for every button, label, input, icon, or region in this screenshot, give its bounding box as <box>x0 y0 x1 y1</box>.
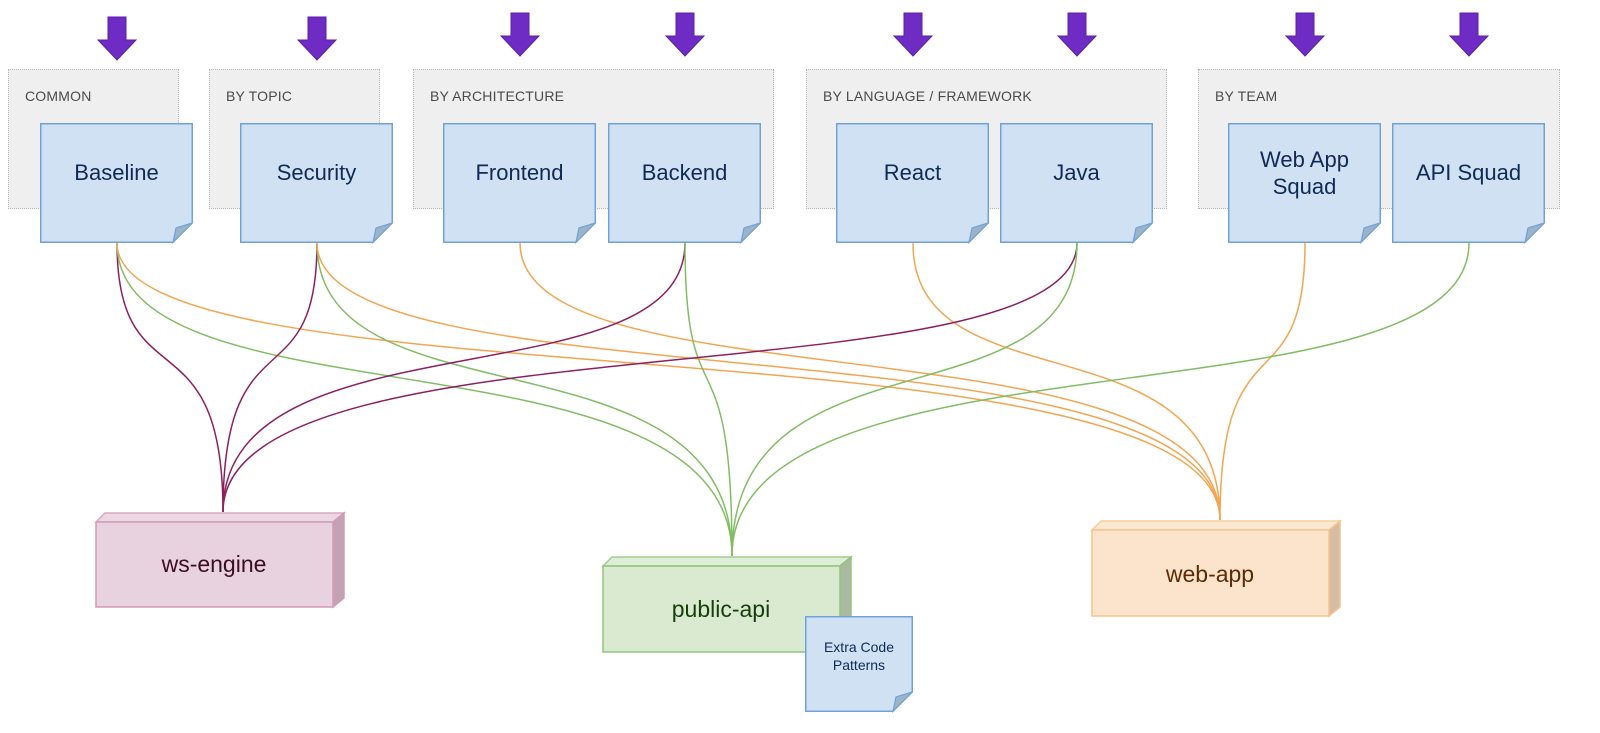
note-web-app-squad[interactable]: Web App Squad <box>1228 123 1381 245</box>
project-label: web-app <box>1165 561 1255 587</box>
connection-baseline-to-ws-engine[interactable] <box>116 242 224 513</box>
note-java[interactable]: Java <box>1000 123 1153 245</box>
connection-baseline-to-web-app[interactable] <box>116 242 1221 521</box>
note-label: Extra Code Patterns <box>823 639 895 673</box>
connection-baseline-to-public-api[interactable] <box>116 242 733 557</box>
connection-api-squad-to-public-api[interactable] <box>731 242 1470 557</box>
note-security[interactable]: Security <box>240 123 393 245</box>
note-react[interactable]: React <box>836 123 989 245</box>
project-label: ws-engine <box>161 551 267 577</box>
project-ws-engine[interactable]: ws-engine <box>94 511 347 609</box>
note-backend[interactable]: Backend <box>608 123 761 245</box>
note-label: API Squad <box>1415 160 1522 185</box>
apply-arrow-icon <box>1284 12 1325 58</box>
apply-arrow-icon <box>1448 12 1489 58</box>
apply-arrow-icon <box>499 12 540 58</box>
connection-backend-to-ws-engine[interactable] <box>222 242 686 513</box>
connection-web-app-squad-to-web-app[interactable] <box>1219 242 1306 521</box>
apply-arrow-icon <box>892 12 933 58</box>
connection-react-to-web-app[interactable] <box>912 242 1221 521</box>
diagram-canvas: COMMON BY TOPIC BY ARCHITECTURE BY LANGU… <box>0 0 1600 733</box>
note-label: Security <box>276 160 357 185</box>
apply-arrow-icon <box>664 12 705 58</box>
project-web-app[interactable]: web-app <box>1090 519 1343 618</box>
connection-security-to-public-api[interactable] <box>316 242 733 557</box>
note-label: Frontend <box>475 160 564 185</box>
note-label: Backend <box>641 160 728 185</box>
note-label: Java <box>1053 160 1100 185</box>
note-label: Web App Squad <box>1260 147 1349 199</box>
apply-arrow-icon <box>296 16 337 62</box>
note-baseline[interactable]: Baseline <box>40 123 193 245</box>
note-label: Baseline <box>74 160 159 185</box>
note-frontend[interactable]: Frontend <box>443 123 596 245</box>
note-extra-code-patterns[interactable]: Extra Code Patterns <box>805 616 913 714</box>
apply-arrow-icon <box>1056 12 1097 58</box>
note-label: React <box>883 160 942 185</box>
apply-arrow-icon <box>96 16 137 62</box>
note-api-squad[interactable]: API Squad <box>1392 123 1545 245</box>
